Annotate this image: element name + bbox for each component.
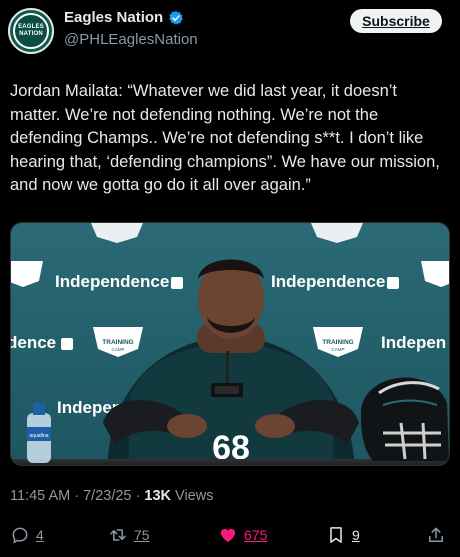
football-helmet xyxy=(361,377,449,461)
svg-text:TRAINING: TRAINING xyxy=(322,339,353,346)
bookmark-icon xyxy=(330,527,342,543)
tweet-media-photo[interactable]: Independence Independence dence Indepen … xyxy=(10,222,450,466)
views-label: Views xyxy=(175,488,214,504)
repost-count: 75 xyxy=(134,527,150,543)
meta-separator: · xyxy=(135,488,141,504)
like-count: 675 xyxy=(244,527,268,543)
like-button[interactable]: 675 xyxy=(218,525,267,545)
action-bar: 4 75 675 9 xyxy=(0,522,460,552)
backdrop-word: dence xyxy=(11,333,56,352)
share-button[interactable] xyxy=(426,525,446,545)
name-row: Eagles Nation xyxy=(64,9,184,26)
avatar-text-bottom: NATION xyxy=(19,31,43,37)
svg-text:TRAINING: TRAINING xyxy=(102,339,133,346)
tweet-header: EAGLES NATION Eagles Nation @PHLEaglesNa… xyxy=(0,0,460,60)
subscribe-button[interactable]: Subscribe xyxy=(350,9,442,33)
avatar-text-top: EAGLES xyxy=(18,24,44,30)
repost-button[interactable]: 75 xyxy=(108,525,150,545)
share-icon xyxy=(429,527,443,542)
repost-icon xyxy=(110,529,126,541)
handle[interactable]: @PHLEaglesNation xyxy=(64,31,198,48)
press-conference-photo: Independence Independence dence Indepen … xyxy=(11,223,449,465)
verified-badge-icon xyxy=(169,10,184,25)
svg-text:CAMP: CAMP xyxy=(111,347,124,352)
views-count: 13K xyxy=(144,488,172,504)
bookmark-count: 9 xyxy=(352,527,360,543)
svg-text:aquafina: aquafina xyxy=(29,433,48,439)
tweet-time[interactable]: 11:45 AM xyxy=(10,488,70,504)
heart-icon xyxy=(220,528,236,543)
bookmark-button[interactable]: 9 xyxy=(326,525,360,545)
display-name[interactable]: Eagles Nation xyxy=(64,9,163,26)
reply-button[interactable]: 4 xyxy=(10,525,44,545)
tweet-text: Jordan Mailata: “Whatever we did last ye… xyxy=(10,82,440,194)
tweet-meta: 11:45 AM · 7/23/25 · 13K Views xyxy=(10,488,213,504)
backdrop-word: Indepen xyxy=(381,333,446,352)
avatar[interactable]: EAGLES NATION xyxy=(8,8,54,54)
backdrop-word: Independence xyxy=(271,272,385,291)
svg-text:CAMP: CAMP xyxy=(331,347,344,352)
backdrop-word: Independence xyxy=(55,272,169,291)
reply-count: 4 xyxy=(36,527,44,543)
meta-separator: · xyxy=(74,488,80,504)
reply-icon xyxy=(12,527,28,544)
tweet-date[interactable]: 7/23/25 xyxy=(83,488,131,504)
avatar-logo: EAGLES NATION xyxy=(13,13,49,49)
